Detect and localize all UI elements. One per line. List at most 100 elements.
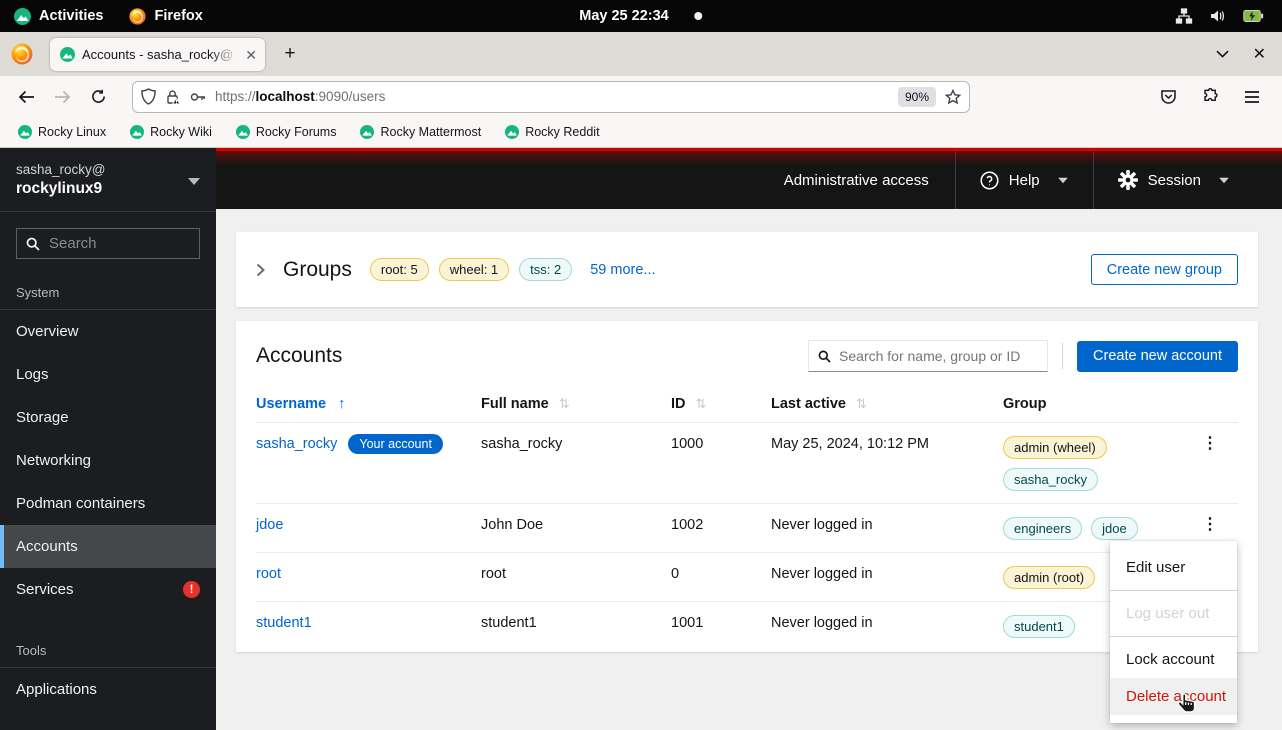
group-badge-tss[interactable]: tss: 2 <box>519 258 572 281</box>
username-link[interactable]: jdoe <box>256 517 283 533</box>
firefox-toolbar: https://localhost:9090/users 90% <box>0 76 1282 117</box>
app-menu-firefox[interactable]: Firefox <box>129 8 202 25</box>
group-badge-root[interactable]: root: 5 <box>370 258 429 281</box>
group-badge-wheel[interactable]: wheel: 1 <box>439 258 509 281</box>
row-actions-menu: Edit user Log user out Lock account Dele… <box>1110 541 1237 723</box>
group-pill[interactable]: admin (root) <box>1003 566 1095 589</box>
sidebar-search[interactable] <box>16 228 200 259</box>
network-icon <box>1175 8 1193 24</box>
url-bar[interactable]: https://localhost:9090/users 90% <box>132 81 970 113</box>
firefox-tab-bar: Accounts - sasha_rocky@ ✕ + ✕ <box>0 32 1282 76</box>
menu-item-edit-user[interactable]: Edit user <box>1110 549 1237 586</box>
id-cell: 1000 <box>671 423 771 504</box>
groups-more-link[interactable]: 59 more... <box>590 262 655 278</box>
sidebar-item-overview[interactable]: Overview <box>0 310 216 353</box>
zoom-level-badge[interactable]: 90% <box>898 87 936 107</box>
accounts-search-input[interactable] <box>839 348 1038 364</box>
bookmark-star-icon[interactable] <box>945 89 961 105</box>
window-close-icon[interactable]: ✕ <box>1253 44 1266 64</box>
column-header-id[interactable]: ID⇅ <box>671 388 771 423</box>
list-all-tabs-icon[interactable] <box>1216 50 1229 58</box>
back-button[interactable] <box>10 81 42 113</box>
nav-section-tools: Tools <box>0 633 216 668</box>
tracking-shield-icon[interactable] <box>141 88 156 105</box>
bookmark-rocky-mattermost[interactable]: Rocky Mattermost <box>352 121 489 143</box>
row-actions-kebab-icon-open[interactable]: ⋮ <box>1190 517 1230 533</box>
activities-button[interactable]: Activities <box>14 8 103 25</box>
menu-item-lock-account[interactable]: Lock account <box>1110 641 1237 678</box>
group-pill[interactable]: sasha_rocky <box>1003 468 1098 491</box>
host-name: rockylinux9 <box>16 180 200 198</box>
saved-password-key-icon[interactable] <box>190 91 206 103</box>
full-name-cell: sasha_rocky <box>481 423 671 504</box>
accounts-table: Username↑ Full name⇅ ID⇅ Last active⇅ Gr… <box>256 388 1238 650</box>
hamburger-menu-icon[interactable] <box>1236 81 1268 113</box>
group-pill[interactable]: engineers <box>1003 517 1082 540</box>
forward-button[interactable] <box>46 81 78 113</box>
pocket-icon[interactable] <box>1152 81 1184 113</box>
host-switcher[interactable]: sasha_rocky@ rockylinux9 <box>0 148 216 212</box>
id-cell: 1001 <box>671 602 771 651</box>
session-caret-icon <box>1219 177 1229 183</box>
row-actions-kebab-icon[interactable]: ⋮ <box>1190 436 1230 452</box>
username-link[interactable]: root <box>256 566 281 582</box>
gear-icon <box>1118 170 1138 190</box>
bookmark-favicon <box>360 125 374 139</box>
groups-expand-chevron-icon[interactable] <box>256 263 265 277</box>
reload-button[interactable] <box>82 81 114 113</box>
sidebar-item-podman-containers[interactable]: Podman containers <box>0 482 216 525</box>
bookmark-rocky-wiki[interactable]: Rocky Wiki <box>122 121 220 143</box>
id-cell: 0 <box>671 553 771 602</box>
clock[interactable]: May 25 22:34 <box>579 8 702 24</box>
column-header-full-name[interactable]: Full name⇅ <box>481 388 671 423</box>
group-pill[interactable]: jdoe <box>1091 517 1138 540</box>
accounts-search[interactable] <box>808 340 1048 372</box>
sidebar-item-services[interactable]: Services ! <box>0 568 216 611</box>
create-new-account-button[interactable]: Create new account <box>1077 341 1238 372</box>
column-header-username[interactable]: Username↑ <box>256 388 481 423</box>
tab-favicon <box>60 47 75 62</box>
volume-icon <box>1209 8 1227 24</box>
help-menu[interactable]: Help <box>955 151 1093 209</box>
firefox-app-icon <box>0 43 44 65</box>
search-icon <box>26 237 40 251</box>
system-status-area[interactable] <box>1175 8 1282 24</box>
column-header-last-active[interactable]: Last active⇅ <box>771 388 1003 423</box>
new-tab-button[interactable]: + <box>276 40 304 68</box>
recording-indicator-dot <box>695 12 703 20</box>
url-text: https://localhost:9090/users <box>215 89 889 104</box>
administrative-access-label[interactable]: Administrative access <box>758 151 955 209</box>
sidebar-item-applications[interactable]: Applications <box>0 668 216 711</box>
bookmark-rocky-linux[interactable]: Rocky Linux <box>10 121 114 143</box>
table-row-student1: student1 student1 1001 Never logged in s… <box>256 602 1238 651</box>
sort-icon: ⇅ <box>856 396 867 411</box>
last-active-cell: Never logged in <box>771 553 1003 602</box>
sidebar-item-storage[interactable]: Storage <box>0 396 216 439</box>
last-active-cell: May 25, 2024, 10:12 PM <box>771 423 1003 504</box>
help-caret-icon <box>1058 177 1068 183</box>
create-new-group-button[interactable]: Create new group <box>1091 254 1238 285</box>
help-label: Help <box>1009 172 1040 189</box>
id-cell: 1002 <box>671 504 771 553</box>
menu-item-delete-account[interactable]: Delete account <box>1110 678 1237 715</box>
sidebar-item-logs[interactable]: Logs <box>0 353 216 396</box>
sidebar-item-networking[interactable]: Networking <box>0 439 216 482</box>
sort-icon: ⇅ <box>696 396 707 411</box>
group-pill[interactable]: student1 <box>1003 615 1075 638</box>
tab-close-icon[interactable]: ✕ <box>245 48 257 62</box>
browser-tab[interactable]: Accounts - sasha_rocky@ ✕ <box>50 38 265 71</box>
session-menu[interactable]: Session <box>1093 151 1282 209</box>
sidebar-search-input[interactable] <box>49 235 190 252</box>
bookmark-rocky-reddit[interactable]: Rocky Reddit <box>497 121 607 143</box>
nav-section-system: System <box>0 275 216 310</box>
battery-charging-icon <box>1243 9 1264 23</box>
extensions-icon[interactable] <box>1194 81 1226 113</box>
groups-panel: Groups root: 5 wheel: 1 tss: 2 59 more..… <box>236 232 1258 307</box>
group-pill[interactable]: admin (wheel) <box>1003 436 1107 459</box>
sidebar-item-accounts[interactable]: Accounts <box>0 525 216 568</box>
bookmark-favicon <box>18 125 32 139</box>
bookmark-rocky-forums[interactable]: Rocky Forums <box>228 121 345 143</box>
username-link[interactable]: sasha_rocky <box>256 436 337 452</box>
connection-lock-warning-icon[interactable] <box>165 89 181 105</box>
username-link[interactable]: student1 <box>256 615 312 631</box>
